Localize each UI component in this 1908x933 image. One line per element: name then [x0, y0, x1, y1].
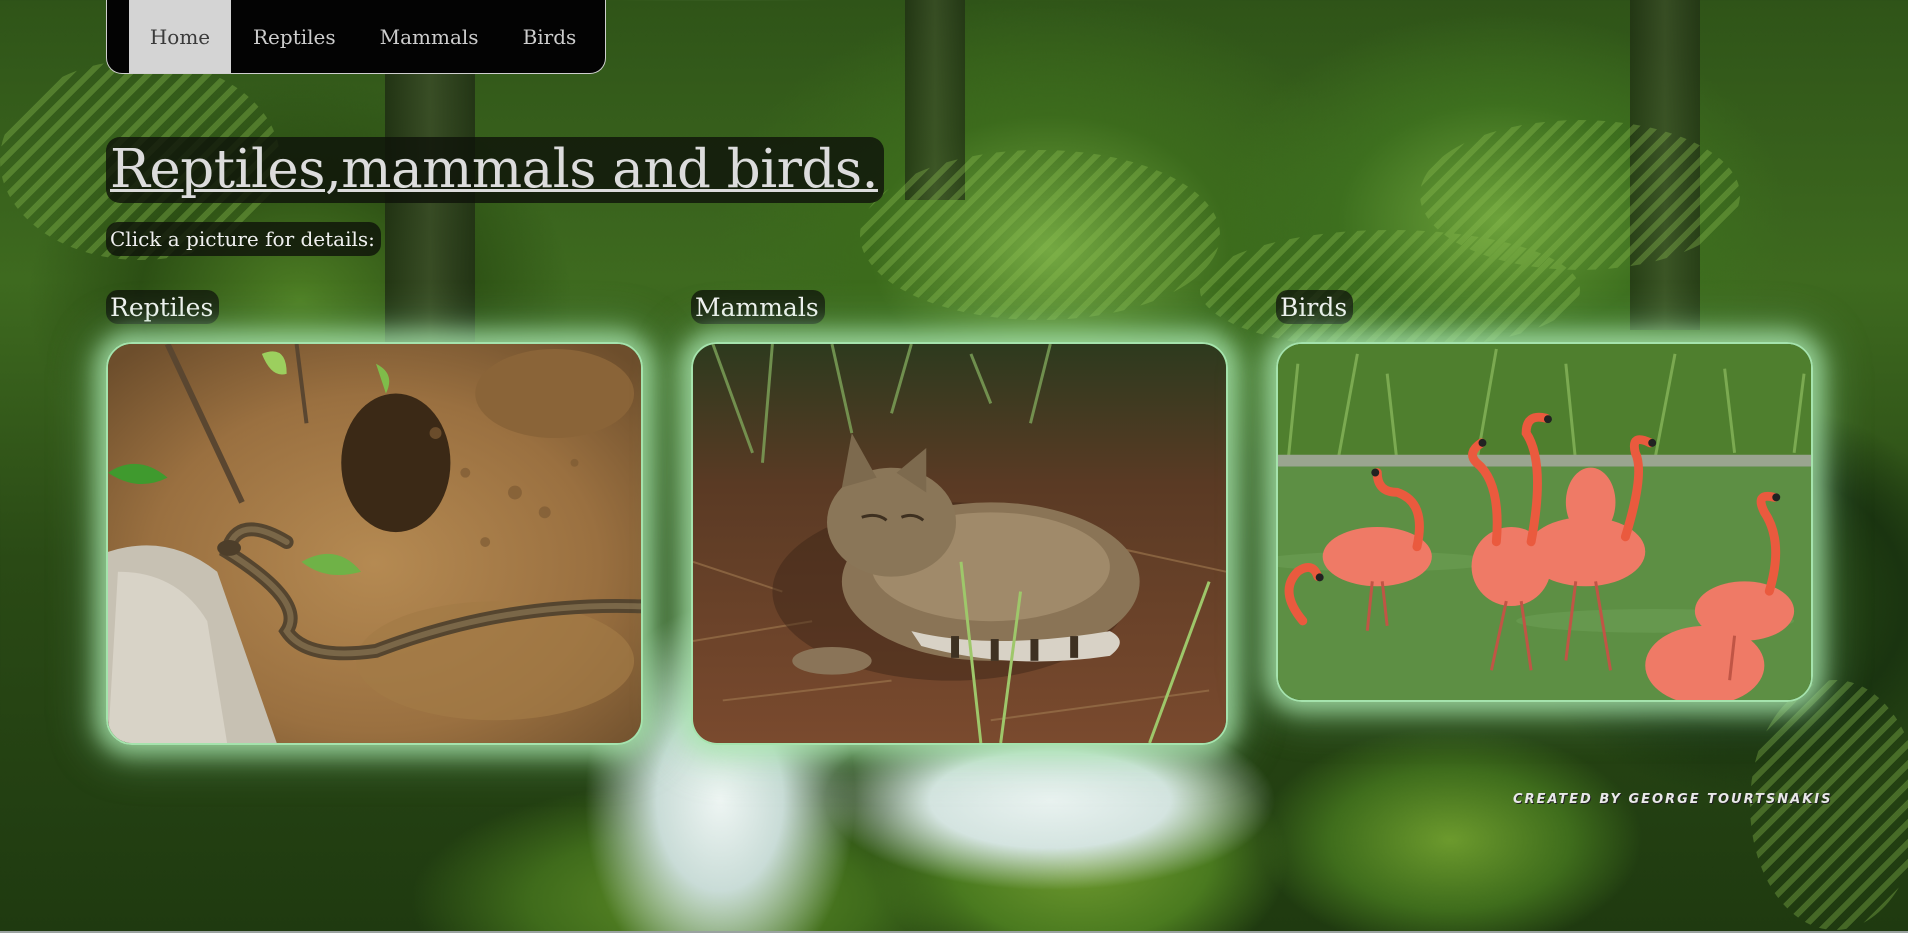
mammals-photo-card[interactable]	[691, 342, 1228, 745]
page-title: Reptiles,mammals and birds.	[106, 137, 884, 203]
section-label-birds: Birds	[1276, 290, 1354, 324]
main-nav: Home Reptiles Mammals Birds	[106, 0, 606, 74]
tree-trunk	[385, 60, 475, 360]
tree-trunk	[1630, 0, 1700, 330]
cat-photo	[693, 344, 1226, 743]
fern-foliage	[860, 150, 1220, 320]
reptiles-photo-card[interactable]	[106, 342, 643, 745]
snake-photo	[108, 344, 641, 743]
section-label-reptiles: Reptiles	[106, 290, 220, 324]
flamingos-photo	[1278, 344, 1811, 700]
nav-item-home[interactable]: Home	[129, 0, 231, 73]
nav-item-reptiles[interactable]: Reptiles	[231, 0, 358, 73]
tree-trunk	[905, 0, 965, 200]
nav-item-mammals[interactable]: Mammals	[358, 0, 501, 73]
author-credit: CREATED BY GEORGE TOURTSNAKIS	[1513, 792, 1833, 807]
instruction-text: Click a picture for details:	[106, 222, 381, 256]
birds-photo-card[interactable]	[1276, 342, 1813, 702]
fern-foliage	[1200, 230, 1580, 350]
section-label-mammals: Mammals	[691, 290, 825, 324]
nav-item-birds[interactable]: Birds	[501, 0, 599, 73]
fern-foliage	[1420, 120, 1740, 270]
page-title-link[interactable]: Reptiles,mammals and birds.	[110, 139, 878, 200]
